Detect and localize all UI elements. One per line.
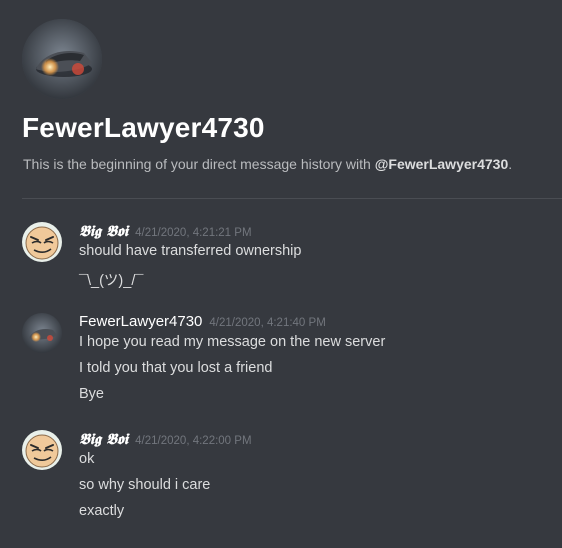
message-author[interactable]: FewerLawyer4730	[79, 313, 202, 330]
message-line: I hope you read my message on the new se…	[79, 334, 386, 350]
message-author[interactable]: 𝕭𝖎𝖌 𝕭𝖔𝖎	[79, 430, 128, 448]
message-timestamp: 4/21/2020, 4:21:21 PM	[135, 227, 252, 239]
dm-header: FewerLawyer4730 This is the beginning of…	[0, 0, 562, 200]
message-timestamp: 4/21/2020, 4:22:00 PM	[135, 435, 252, 447]
cartoon-face-avatar-icon[interactable]	[22, 430, 62, 470]
car-avatar-icon[interactable]	[22, 19, 102, 99]
message-header: FewerLawyer4730 4/21/2020, 4:21:40 PM	[79, 313, 326, 331]
message-line: ¯\_(ツ)_/¯	[79, 273, 144, 289]
message-line: so why should i care	[79, 477, 211, 493]
message-line: I told you that you lost a friend	[79, 360, 273, 376]
message-header: 𝕭𝖎𝖌 𝕭𝖔𝖎 4/21/2020, 4:22:00 PM	[79, 430, 252, 448]
car-avatar-icon[interactable]	[22, 313, 62, 353]
message-line: ok	[79, 451, 95, 467]
message-timestamp: 4/21/2020, 4:21:40 PM	[209, 317, 326, 329]
dm-username-title: FewerLawyer4730	[22, 112, 265, 143]
message-line: should have transferred ownership	[79, 243, 302, 259]
message-header: 𝕭𝖎𝖌 𝕭𝖔𝖎 4/21/2020, 4:21:21 PM	[79, 222, 252, 240]
header-divider	[22, 198, 562, 199]
message-author[interactable]: 𝕭𝖎𝖌 𝕭𝖔𝖎	[79, 222, 128, 240]
intro-suffix: .	[508, 156, 513, 172]
dm-intro-text: This is the beginning of your direct mes…	[23, 156, 512, 172]
message-line: Bye	[79, 386, 104, 402]
cartoon-face-avatar-icon[interactable]	[22, 222, 62, 262]
intro-mention[interactable]: @FewerLawyer4730	[375, 156, 509, 172]
intro-prefix: This is the beginning of your direct mes…	[23, 156, 375, 172]
message-line: exactly	[79, 503, 125, 519]
